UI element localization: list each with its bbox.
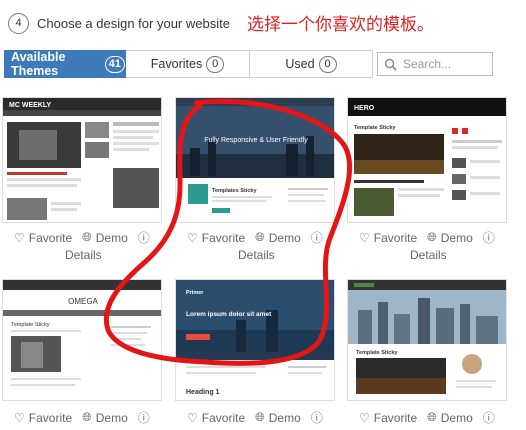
favorite-label: Favorite <box>373 230 418 245</box>
heart-icon: ♡ <box>359 410 370 425</box>
annotation-text: 选择一个你喜欢的模板。 <box>247 15 434 35</box>
globe-icon: 🌐︎ <box>427 410 437 424</box>
demo-button[interactable]: 🌐︎ Demo <box>82 230 128 245</box>
theme-header-text: OMEGA <box>68 297 98 306</box>
demo-label: Demo <box>268 410 301 425</box>
search-icon <box>384 58 397 71</box>
favorite-button[interactable]: ♡ Favorite <box>187 411 245 425</box>
favorite-label: Favorite <box>373 410 418 425</box>
theme-caption-text: Templates Sticky <box>212 188 257 194</box>
heart-icon: ♡ <box>359 230 370 245</box>
favorite-button[interactable]: ♡ Favorite <box>359 231 417 245</box>
theme-header-text: Primer <box>186 290 204 296</box>
favorite-button[interactable]: ♡ Favorite <box>187 231 245 245</box>
tab-count: 41 <box>104 55 125 73</box>
info-icon: ⓘ <box>482 231 495 245</box>
demo-button[interactable]: 🌐︎ Demo <box>427 230 473 245</box>
step-header: 4 Choose a design for your website <box>8 9 230 37</box>
step-number-badge: 4 <box>8 12 29 34</box>
theme-banner-text: Fully Responsive & User Friendly <box>204 137 308 144</box>
heart-icon: ♡ <box>14 410 25 425</box>
theme-actions-1: ♡ Favorite 🌐︎ Demo ⓘ <box>14 229 160 246</box>
theme-header-text: MC WEEKLY <box>9 102 51 109</box>
theme-thumbnail-5[interactable]: Primer Lorem ipsum dolor sit amet Headin… <box>175 279 335 401</box>
theme-caption-text: Template Sticky <box>354 125 396 131</box>
tab-count: 0 <box>206 55 225 73</box>
search-box <box>377 52 493 76</box>
demo-button[interactable]: 🌐︎ Demo <box>427 410 473 425</box>
globe-icon: 🌐︎ <box>255 230 265 244</box>
theme-actions-4: ♡ Favorite 🌐︎ Demo ⓘ <box>14 409 160 426</box>
theme-thumbnail-1[interactable]: MC WEEKLY <box>2 97 162 223</box>
globe-icon: 🌐︎ <box>427 230 437 244</box>
info-icon: ⓘ <box>137 411 150 425</box>
heart-icon: ♡ <box>14 230 25 245</box>
theme-thumbnail-6[interactable]: Template Sticky <box>347 279 507 401</box>
heart-icon: ♡ <box>187 230 198 245</box>
info-icon: ⓘ <box>482 411 495 425</box>
search-input[interactable] <box>403 57 483 71</box>
demo-label: Demo <box>440 230 473 245</box>
info-button[interactable]: ⓘ <box>311 229 323 246</box>
favorite-label: Favorite <box>28 230 73 245</box>
tab-count: 0 <box>318 55 337 73</box>
theme-actions-2: ♡ Favorite 🌐︎ Demo ⓘ <box>187 229 333 246</box>
demo-label: Demo <box>268 230 301 245</box>
theme-header-text: HERO <box>354 105 375 112</box>
favorite-label: Favorite <box>28 410 73 425</box>
info-button[interactable]: ⓘ <box>311 409 323 426</box>
demo-button[interactable]: 🌐︎ Demo <box>255 410 301 425</box>
theme-actions-6: ♡ Favorite 🌐︎ Demo ⓘ <box>359 409 505 426</box>
info-button[interactable]: ⓘ <box>138 229 150 246</box>
demo-button[interactable]: 🌐︎ Demo <box>82 410 128 425</box>
theme-actions-5: ♡ Favorite 🌐︎ Demo ⓘ <box>187 409 333 426</box>
theme-thumbnail-4[interactable]: OMEGA Template Sticky <box>2 279 162 401</box>
info-button[interactable]: ⓘ <box>483 229 495 246</box>
details-link[interactable]: Details <box>238 248 275 262</box>
favorite-label: Favorite <box>201 410 246 425</box>
theme-thumbnail-3[interactable]: HERO Template Sticky <box>347 97 507 223</box>
tab-label: Available Themes <box>11 50 66 78</box>
demo-label: Demo <box>95 410 128 425</box>
theme-caption-text: Template Sticky <box>356 350 398 356</box>
tab-available-themes[interactable]: Available Themes 41 <box>4 50 126 78</box>
theme-caption-text: Heading 1 <box>186 389 220 396</box>
tab-used[interactable]: Used 0 <box>250 50 373 78</box>
info-button[interactable]: ⓘ <box>483 409 495 426</box>
theme-actions-3: ♡ Favorite 🌐︎ Demo ⓘ <box>359 229 505 246</box>
theme-tabs: Available Themes 41 Favorites 0 Used 0 <box>4 50 373 78</box>
info-icon: ⓘ <box>137 231 150 245</box>
theme-caption-text: Template Sticky <box>11 322 50 328</box>
favorite-button[interactable]: ♡ Favorite <box>359 411 417 425</box>
demo-label: Demo <box>95 230 128 245</box>
theme-thumbnail-2[interactable]: Fully Responsive & User Friendly Templat… <box>175 97 335 223</box>
favorite-button[interactable]: ♡ Favorite <box>14 231 72 245</box>
favorite-button[interactable]: ♡ Favorite <box>14 411 72 425</box>
demo-label: Demo <box>440 410 473 425</box>
tab-label: Used <box>285 57 315 71</box>
info-button[interactable]: ⓘ <box>138 409 150 426</box>
demo-button[interactable]: 🌐︎ Demo <box>255 230 301 245</box>
step-title: Choose a design for your website <box>37 15 230 31</box>
globe-icon: 🌐︎ <box>82 410 92 424</box>
theme-banner-text: Lorem ipsum dolor sit amet <box>186 311 272 318</box>
info-icon: ⓘ <box>310 411 323 425</box>
details-link[interactable]: Details <box>410 248 447 262</box>
heart-icon: ♡ <box>187 410 198 425</box>
globe-icon: 🌐︎ <box>255 410 265 424</box>
tab-favorites[interactable]: Favorites 0 <box>126 50 250 78</box>
favorite-label: Favorite <box>201 230 246 245</box>
info-icon: ⓘ <box>310 231 323 245</box>
tab-label: Favorites <box>150 57 203 71</box>
details-link[interactable]: Details <box>65 248 102 262</box>
globe-icon: 🌐︎ <box>82 230 92 244</box>
